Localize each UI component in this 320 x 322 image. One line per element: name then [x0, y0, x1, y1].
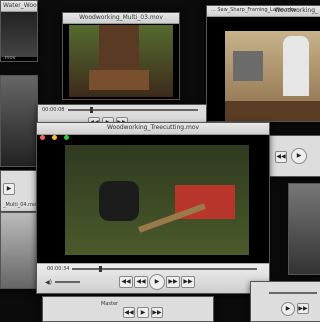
window-title: Water_Wooden_F	[1, 1, 37, 12]
playhead[interactable]	[90, 107, 93, 113]
video-frame	[65, 145, 249, 255]
master-label: Master	[101, 301, 119, 307]
forward-button[interactable]: ▶▶	[181, 276, 195, 288]
controller-window-bottom[interactable]: Master ◀◀ ▶ ▶▶	[42, 296, 214, 322]
progress-track[interactable]	[68, 109, 198, 111]
video-window-left-mid[interactable]	[0, 75, 38, 167]
next-button[interactable]: ▶▶	[166, 276, 180, 288]
window-title: _Multi_04.mov	[3, 202, 40, 208]
window-controls	[40, 125, 71, 144]
time-display: 00:00:08	[42, 107, 65, 113]
window-title: Woodworking_Treecutting.mov	[106, 124, 200, 131]
volume-slider[interactable]	[55, 281, 80, 283]
video-frame	[1, 12, 37, 57]
video-window-saw-sharp[interactable]: Woodworking_ ... Saw_Sharp_Framing_Lathe…	[206, 5, 320, 122]
zoom-button[interactable]	[64, 135, 70, 140]
video-frame	[1, 76, 37, 166]
play-button[interactable]: ▶	[149, 274, 165, 290]
prev-button[interactable]: ◀◀	[275, 151, 287, 163]
video-frame	[289, 184, 320, 274]
video-window-right-small[interactable]	[288, 183, 320, 275]
next-button[interactable]: ▶▶	[151, 307, 163, 318]
video-frame	[225, 31, 320, 121]
video-window-multi-03[interactable]: Woodworking_Multi_03.mov	[62, 12, 180, 100]
forward-button[interactable]: ▶▶	[297, 303, 309, 314]
video-frame	[69, 25, 173, 97]
window-title: Woodworking_Multi_03.mov	[63, 13, 179, 24]
play-button[interactable]: ▶	[3, 183, 15, 195]
play-button[interactable]: ▶	[137, 307, 149, 318]
close-button[interactable]	[40, 135, 45, 140]
file-extension: .mov	[3, 55, 16, 61]
controller-window-bottom-right[interactable]: ▶ ▶▶	[250, 281, 320, 322]
prev-button[interactable]: ◀◀	[123, 307, 135, 318]
playhead[interactable]	[99, 266, 102, 272]
window-subtitle: ... Saw_Sharp_Framing_Lathe.mov	[211, 7, 297, 13]
time-display: 00:00:34	[47, 266, 70, 272]
minimize-button[interactable]	[52, 135, 58, 140]
video-window-top-left[interactable]: Water_Wooden_F .mov	[0, 0, 38, 62]
progress-track[interactable]	[269, 292, 317, 294]
video-window-treecutting[interactable]: Woodworking_Treecutting.mov 00:00:34 ◀◀ …	[36, 122, 270, 294]
titlebar: Woodworking_Treecutting.mov	[37, 123, 269, 135]
volume-icon: ◀)	[45, 279, 52, 286]
controller-window-right[interactable]: ◀◀ ▶	[268, 135, 320, 177]
elephant	[99, 181, 139, 221]
play-button[interactable]: ▶	[281, 302, 295, 316]
play-button[interactable]: ▶	[291, 148, 307, 164]
controller-bar: 00:00:34 ◀◀ ◀◀ ▶ ▶▶ ▶▶ ◀)	[37, 263, 269, 293]
prev-button[interactable]: ◀◀	[134, 276, 148, 288]
rewind-button[interactable]: ◀◀	[119, 276, 133, 288]
